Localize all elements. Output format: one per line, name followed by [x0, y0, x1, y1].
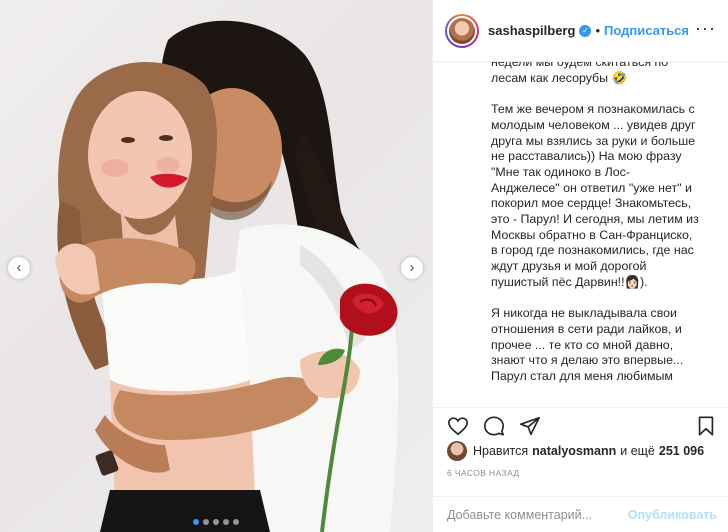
liker-avatar[interactable]: [447, 441, 467, 461]
likes-summary: Нравится natalyosmann и ещё 251 096: [447, 441, 708, 461]
verified-badge-icon: ✓: [579, 24, 592, 37]
post-header: sashaspilberg ✓ • Подписаться ···: [433, 0, 728, 62]
carousel-dot: [213, 519, 219, 525]
follow-button[interactable]: Подписаться: [604, 23, 689, 38]
carousel-prev-button[interactable]: ‹: [8, 257, 30, 279]
photo-illustration: [55, 20, 399, 532]
share-icon[interactable]: [519, 415, 541, 437]
avatar-image: [449, 17, 475, 44]
comment-icon[interactable]: [483, 415, 505, 437]
carousel-indicator: [0, 519, 432, 525]
carousel-dot: [223, 519, 229, 525]
carousel-dot: [233, 519, 239, 525]
heart-icon[interactable]: [447, 415, 469, 437]
avatar[interactable]: [445, 13, 479, 48]
username-link[interactable]: sashaspilberg: [488, 23, 575, 38]
publish-button[interactable]: Опубликовать: [628, 508, 717, 522]
caption-paragraph: Тем же вечером я познакомилась с молодым…: [491, 102, 699, 289]
caption-paragraph: Я никогда не выкладывала свои отношения …: [491, 306, 684, 384]
comment-form: Опубликовать: [433, 496, 728, 532]
caption-paragraph: недели мы будем скитаться по лесам как л…: [491, 62, 669, 85]
header-separator: •: [595, 23, 600, 38]
chevron-left-icon: ‹: [16, 259, 22, 276]
carousel-dot: [193, 519, 199, 525]
carousel-dot: [203, 519, 209, 525]
more-options-icon[interactable]: ···: [695, 18, 716, 39]
post-timestamp[interactable]: 6 часов назад: [447, 468, 520, 478]
chevron-right-icon: ›: [409, 259, 415, 276]
post-sidebar: sashaspilberg ✓ • Подписаться ··· недели…: [432, 0, 728, 532]
post-photo[interactable]: ‹ ›: [0, 0, 432, 532]
bookmark-icon[interactable]: [695, 415, 717, 437]
caption-text: недели мы будем скитаться по лесам как л…: [433, 62, 728, 407]
liker-username-link[interactable]: natalyosmann: [532, 444, 616, 458]
likes-count-link[interactable]: 251 096: [659, 444, 704, 458]
likes-prefix: Нравится: [473, 444, 529, 458]
likes-middle: и ещё: [620, 444, 655, 458]
comment-input[interactable]: [447, 507, 628, 522]
action-bar: [433, 407, 728, 437]
carousel-next-button[interactable]: ›: [401, 257, 423, 279]
